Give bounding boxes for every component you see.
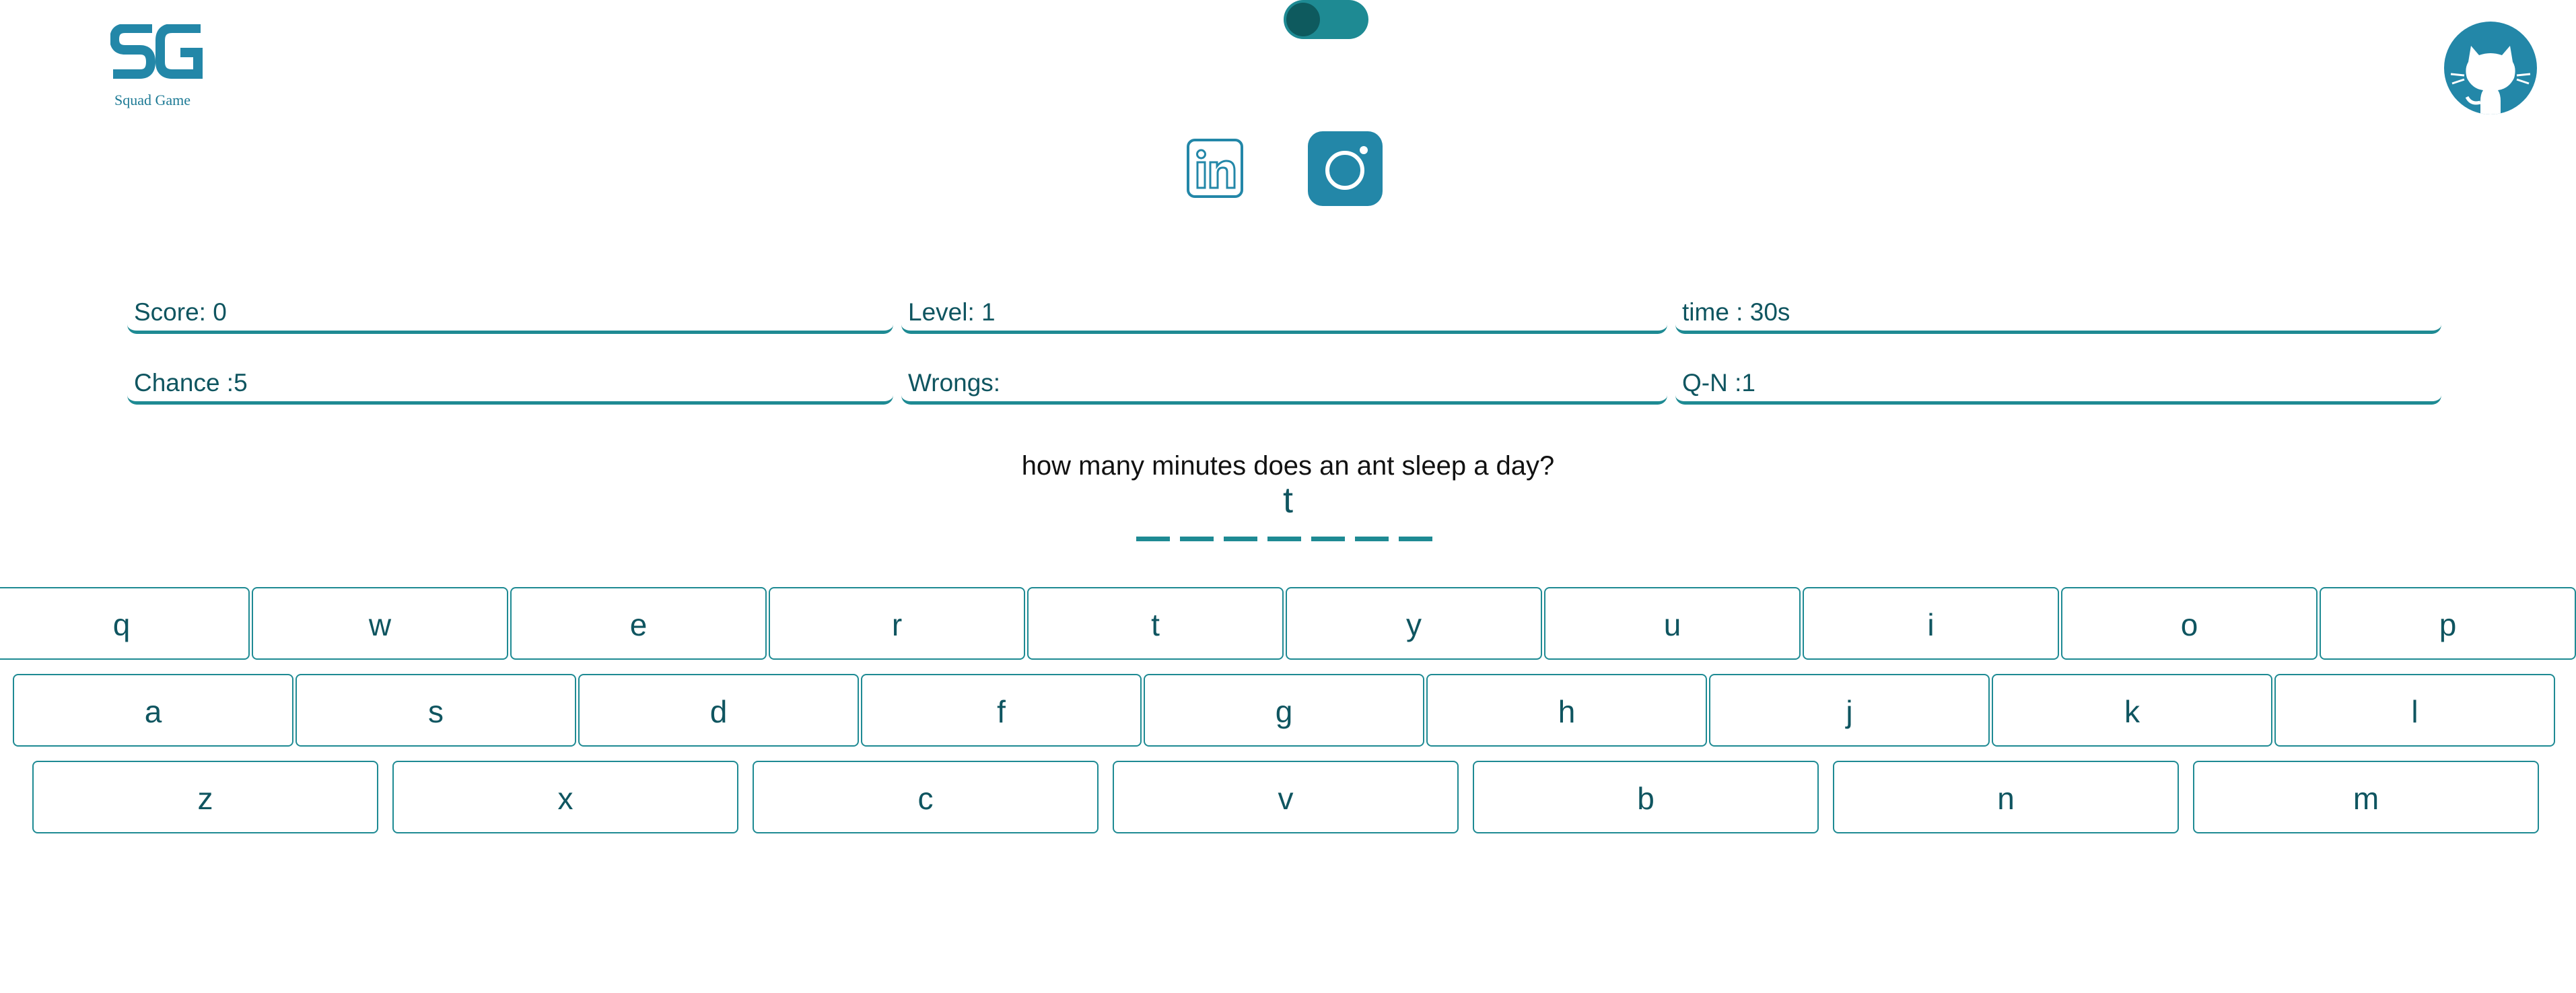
key-d[interactable]: d xyxy=(578,674,859,747)
logo-caption: Squad Game xyxy=(114,92,191,108)
key-s[interactable]: s xyxy=(295,674,576,747)
linkedin-icon[interactable] xyxy=(1186,138,1244,199)
key-i[interactable]: i xyxy=(1803,587,2059,660)
key-v[interactable]: v xyxy=(1113,761,1459,833)
chance-label: Chance :5 xyxy=(134,369,248,397)
key-h[interactable]: h xyxy=(1426,674,1707,747)
key-t[interactable]: t xyxy=(1027,587,1284,660)
letter-slot xyxy=(1267,537,1301,541)
game-page: Squad Game Score: 0 Level: 1 time: 30s … xyxy=(0,0,2576,993)
letter-slot xyxy=(1224,537,1257,541)
letter-slots xyxy=(1136,537,1434,541)
key-n[interactable]: n xyxy=(1833,761,2179,833)
key-e[interactable]: e xyxy=(510,587,767,660)
time-label: time : 30s xyxy=(1682,298,1790,326)
toggle-knob xyxy=(1286,3,1320,36)
chance-field: Chance :5 xyxy=(127,369,893,405)
wrongs-field: Wrongs: xyxy=(901,369,1667,405)
key-u[interactable]: u xyxy=(1544,587,1801,660)
letter-slot xyxy=(1399,537,1432,541)
key-g[interactable]: g xyxy=(1144,674,1424,747)
letter-slot xyxy=(1311,537,1345,541)
key-b[interactable]: b xyxy=(1473,761,1819,833)
level-field: Level: 1 xyxy=(901,298,1667,334)
theme-toggle[interactable] xyxy=(1284,0,1368,39)
letter-slot xyxy=(1355,537,1389,541)
key-w[interactable]: w xyxy=(252,587,508,660)
key-k[interactable]: k xyxy=(1992,674,2272,747)
squad-game-logo[interactable]: Squad Game xyxy=(110,24,205,112)
key-l[interactable]: l xyxy=(2274,674,2555,747)
key-a[interactable]: a xyxy=(13,674,293,747)
key-q[interactable]: q xyxy=(0,587,250,660)
time-field: time : 30s xyxy=(1675,298,2441,334)
question-number-field: Q-N :1 xyxy=(1675,369,2441,405)
wrongs-label: Wrongs: xyxy=(908,369,1001,397)
level-label: Level: 1 xyxy=(908,298,996,326)
key-f[interactable]: f xyxy=(861,674,1142,747)
github-icon[interactable] xyxy=(2444,22,2537,114)
score-label: Score: 0 xyxy=(134,298,227,326)
score-field: Score: 0 xyxy=(127,298,893,334)
key-m[interactable]: m xyxy=(2193,761,2539,833)
letter-slot xyxy=(1136,537,1170,541)
key-z[interactable]: z xyxy=(32,761,378,833)
logo-monogram xyxy=(110,24,203,79)
letter-slot xyxy=(1180,537,1214,541)
key-j[interactable]: j xyxy=(1709,674,1990,747)
question-number-label: Q-N :1 xyxy=(1682,369,1755,397)
key-r[interactable]: r xyxy=(769,587,1025,660)
key-c[interactable]: c xyxy=(753,761,1099,833)
question-text: how many minutes does an ant sleep a day… xyxy=(1021,451,1555,481)
key-x[interactable]: x xyxy=(392,761,738,833)
revealed-letters: t xyxy=(1282,480,1293,520)
instagram-icon[interactable] xyxy=(1308,131,1383,206)
key-p[interactable]: p xyxy=(2320,587,2576,660)
key-o[interactable]: o xyxy=(2061,587,2318,660)
key-y[interactable]: y xyxy=(1286,587,1542,660)
